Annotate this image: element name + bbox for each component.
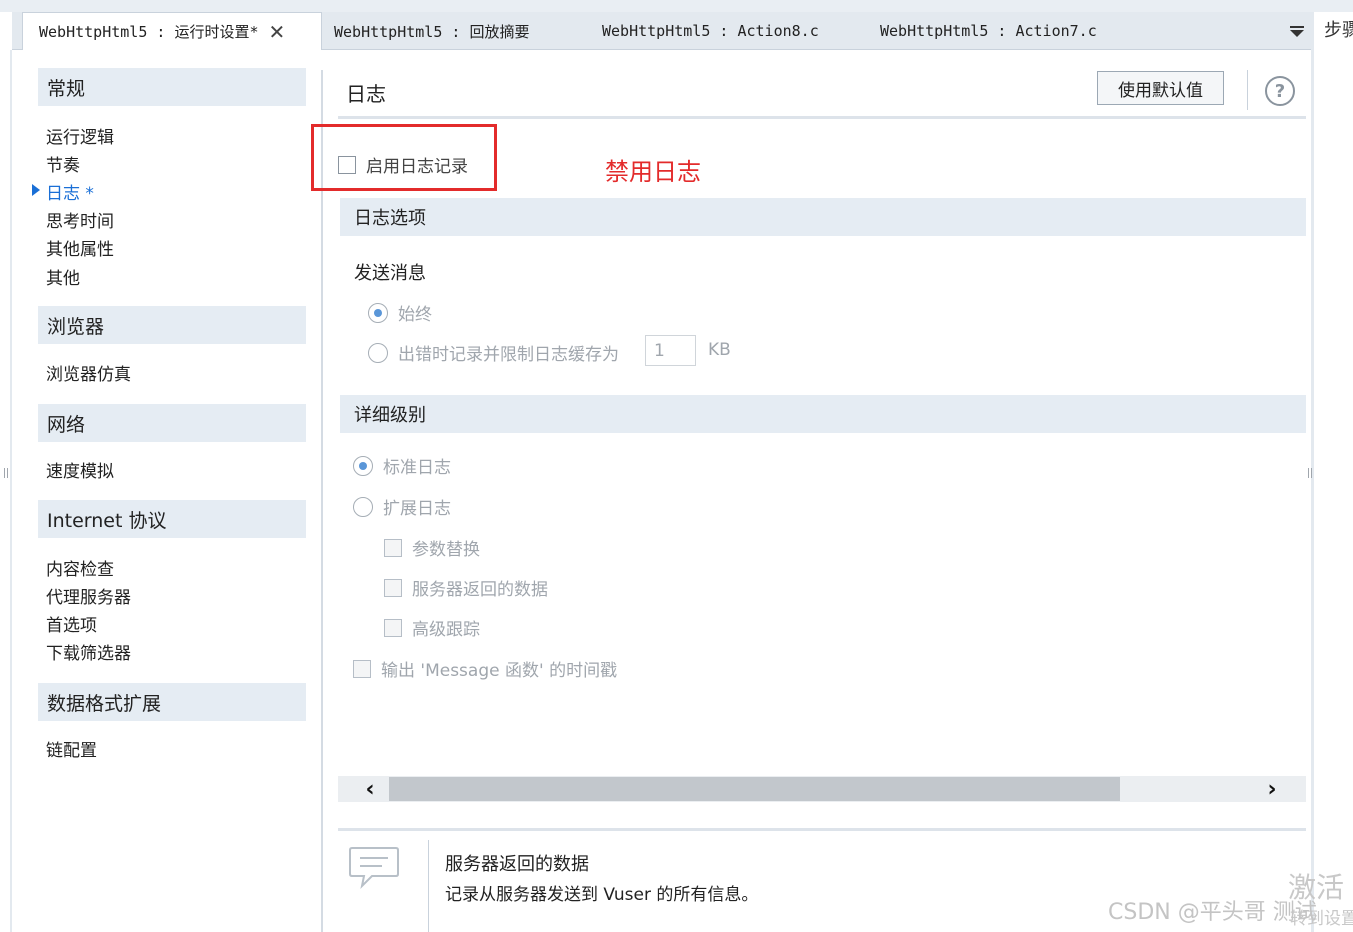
divider: [338, 116, 1306, 119]
tab-label: WebHttpHtml5 : Action7.c: [880, 22, 1097, 40]
radio-label: 标准日志: [383, 458, 451, 478]
radio-selected-icon[interactable]: [368, 302, 388, 323]
help-icon[interactable]: ?: [1265, 76, 1295, 106]
radio-on-error[interactable]: 出错时记录并限制日志缓存为: [368, 340, 619, 365]
nav-section-data-format: 数据格式扩展: [38, 683, 306, 721]
horizontal-scrollbar[interactable]: ‹ ›: [338, 776, 1306, 802]
checkbox-icon[interactable]: [384, 538, 402, 557]
radio-label: 始终: [398, 305, 432, 325]
nav-item-preferences[interactable]: 首选项: [46, 611, 97, 636]
use-defaults-button[interactable]: 使用默认值: [1097, 71, 1224, 105]
checkbox-message-timestamp[interactable]: 输出 'Message 函数' 的时间戳: [353, 656, 617, 681]
section-log-options: 日志选项: [340, 198, 1306, 236]
checkbox-icon[interactable]: [384, 578, 402, 597]
radio-icon[interactable]: [353, 496, 373, 517]
nav-item-speed-simulation[interactable]: 速度模拟: [46, 457, 114, 482]
tab-action8[interactable]: WebHttpHtml5 : Action8.c: [602, 12, 819, 50]
nav-item-pacing[interactable]: 节奏: [46, 151, 80, 176]
tab-action7[interactable]: WebHttpHtml5 : Action7.c: [880, 12, 1097, 50]
steps-panel-label: 步骤: [1324, 20, 1353, 41]
highlight-box: [311, 124, 497, 191]
checkbox-server-data[interactable]: 服务器返回的数据: [384, 575, 548, 600]
page-title: 日志: [346, 82, 386, 106]
message-bubble-icon: [349, 847, 399, 890]
log-cache-size-input[interactable]: [645, 335, 696, 366]
nav-section-internet-protocol: Internet 协议: [38, 500, 306, 538]
radio-extended-log[interactable]: 扩展日志: [353, 494, 451, 519]
nav-item-download-filters[interactable]: 下载筛选器: [46, 639, 131, 664]
nav-section-network: 网络: [38, 404, 306, 442]
nav-section-browser: 浏览器: [38, 306, 306, 344]
checkbox-advanced-trace[interactable]: 高级跟踪: [384, 615, 480, 640]
section-detail-level: 详细级别: [340, 395, 1306, 433]
radio-icon[interactable]: [368, 342, 388, 363]
radio-label: 扩展日志: [383, 499, 451, 519]
nav-item-run-logic[interactable]: 运行逻辑: [46, 123, 114, 148]
tab-bar: WebHttpHtml5 : 运行时设置* ✕ WebHttpHtml5 : 回…: [12, 12, 1312, 50]
description-title: 服务器返回的数据: [445, 854, 589, 875]
nav-item-browser-emulation[interactable]: 浏览器仿真: [46, 360, 131, 385]
nav-splitter[interactable]: [321, 70, 323, 932]
nav-item-log[interactable]: 日志 *: [46, 179, 94, 204]
scroll-left-icon[interactable]: ‹: [350, 776, 390, 802]
scroll-right-icon[interactable]: ›: [1252, 776, 1292, 802]
nav-item-misc-props[interactable]: 其他属性: [46, 235, 114, 260]
selection-arrow-icon: [32, 184, 40, 196]
nav-item-proxy[interactable]: 代理服务器: [46, 583, 131, 608]
checkbox-icon[interactable]: [384, 618, 402, 637]
settings-nav: 常规 运行逻辑 节奏 日志 * 思考时间 其他属性 其他 浏览器 浏览器仿真 网…: [12, 50, 322, 932]
nav-section-general: 常规: [38, 68, 306, 106]
resize-grip-icon[interactable]: [1308, 468, 1312, 478]
annotation-text: 禁用日志: [605, 158, 701, 186]
radio-label: 出错时记录并限制日志缓存为: [398, 345, 619, 365]
resize-grip-icon[interactable]: [4, 468, 8, 478]
watermark: CSDN @平头哥 测试: [1108, 900, 1317, 925]
checkbox-label: 参数替换: [412, 540, 480, 560]
divider: [428, 840, 429, 932]
tab-replay-summary[interactable]: WebHttpHtml5 : 回放摘要: [334, 12, 529, 50]
tab-label: WebHttpHtml5 : 运行时设置*: [39, 23, 259, 41]
scrollbar-thumb[interactable]: [389, 777, 1120, 801]
divider: [338, 828, 1306, 831]
nav-item-other[interactable]: 其他: [46, 264, 80, 289]
top-strip: [0, 0, 1353, 12]
divider: [1247, 70, 1248, 110]
nav-item-content-check[interactable]: 内容检查: [46, 555, 114, 580]
nav-item-think-time[interactable]: 思考时间: [46, 207, 114, 232]
radio-selected-icon[interactable]: [353, 455, 373, 476]
tab-label: WebHttpHtml5 : 回放摘要: [334, 22, 530, 41]
tab-list-menu-icon[interactable]: [1290, 24, 1306, 40]
cache-unit-label: KB: [708, 340, 731, 360]
send-messages-heading: 发送消息: [354, 263, 426, 284]
checkbox-param-substitution[interactable]: 参数替换: [384, 535, 480, 560]
radio-always[interactable]: 始终: [368, 300, 432, 325]
tab-label: WebHttpHtml5 : Action8.c: [602, 22, 819, 40]
checkbox-label: 服务器返回的数据: [412, 580, 548, 600]
nav-item-chain-config[interactable]: 链配置: [46, 736, 97, 761]
description-text: 记录从服务器发送到 Vuser 的所有信息。: [445, 885, 759, 905]
checkbox-icon[interactable]: [353, 659, 371, 678]
close-icon[interactable]: ✕: [269, 20, 286, 44]
radio-standard-log[interactable]: 标准日志: [353, 453, 451, 478]
tab-runtime-settings[interactable]: WebHttpHtml5 : 运行时设置* ✕: [22, 12, 322, 50]
checkbox-label: 输出 'Message 函数' 的时间戳: [381, 661, 618, 681]
checkbox-label: 高级跟踪: [412, 620, 480, 640]
